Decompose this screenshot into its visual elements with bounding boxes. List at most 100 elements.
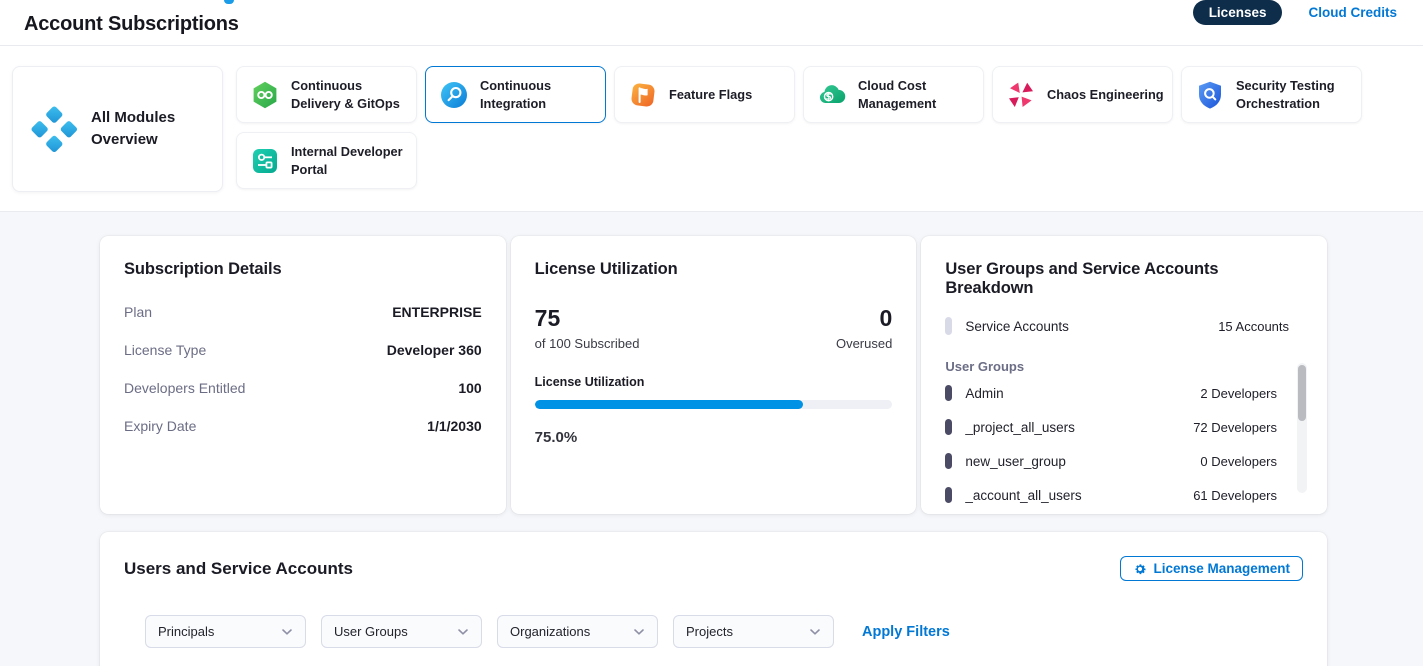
group-marker <box>945 487 952 503</box>
select-value: Projects <box>686 624 733 639</box>
group-marker <box>945 453 952 469</box>
module-tile-internal-developer-portal[interactable]: Internal Developer Portal <box>236 132 417 189</box>
overused-caption: Overused <box>836 336 892 351</box>
internal-developer-portal-icon <box>250 146 280 176</box>
groups-scrollbar-thumb[interactable] <box>1298 365 1306 421</box>
module-tiles: Continuous Delivery & GitOps Continuous … <box>236 66 1411 191</box>
row-value: 1/1/2030 <box>427 418 482 434</box>
module-tile-label: Cloud Cost Management <box>858 77 980 112</box>
overused-stat: 0 Overused <box>836 305 892 351</box>
subscription-details-rows: Plan ENTERPRISE License Type Developer 3… <box>124 304 482 434</box>
chaos-engineering-icon <box>1006 80 1036 110</box>
all-modules-icon <box>31 106 77 152</box>
row-value: 100 <box>458 380 481 396</box>
modules-band: All Modules Overview Continuous Delivery… <box>0 46 1423 212</box>
header-actions: Licenses Cloud Credits <box>1193 0 1397 26</box>
projects-filter-select[interactable]: Projects <box>673 615 834 648</box>
module-tile-cd-gitops[interactable]: Continuous Delivery & GitOps <box>236 66 417 123</box>
group-value: 61 Developers <box>1193 488 1277 503</box>
subscription-row-license-type: License Type Developer 360 <box>124 342 482 358</box>
module-tile-label: Continuous Delivery & GitOps <box>291 77 413 112</box>
page-header: Account Subscriptions Licenses Cloud Cre… <box>0 0 1423 46</box>
group-value: 0 Developers <box>1200 454 1277 469</box>
user-groups-filter-select[interactable]: User Groups <box>321 615 482 648</box>
service-accounts-label: Service Accounts <box>965 319 1069 334</box>
security-testing-icon <box>1195 80 1225 110</box>
chevron-down-icon <box>633 628 645 636</box>
module-tile-cloud-cost-management[interactable]: $ Cloud Cost Management <box>803 66 984 123</box>
organizations-filter-select[interactable]: Organizations <box>497 615 658 648</box>
group-marker <box>945 419 952 435</box>
row-label: Expiry Date <box>124 418 196 434</box>
group-name: Admin <box>965 386 1003 401</box>
licenses-button[interactable]: Licenses <box>1193 0 1283 25</box>
module-tile-continuous-integration[interactable]: Continuous Integration <box>425 66 606 123</box>
module-tile-label: Internal Developer Portal <box>291 143 413 178</box>
module-tile-chaos-engineering[interactable]: Chaos Engineering <box>992 66 1173 123</box>
apply-filters-link[interactable]: Apply Filters <box>862 624 950 640</box>
user-group-row: new_user_group 0 Developers <box>945 444 1303 478</box>
user-groups-list: Admin 2 Developers _project_all_users 72… <box>945 376 1303 512</box>
user-group-row: _account_all_users 61 Developers <box>945 478 1303 512</box>
filters-row: Principals User Groups Organizations Pro… <box>124 615 1303 648</box>
group-name: new_user_group <box>965 454 1066 469</box>
all-modules-overview-tile[interactable]: All Modules Overview <box>12 66 223 192</box>
select-value: User Groups <box>334 624 408 639</box>
user-groups-heading: User Groups <box>945 359 1303 374</box>
user-group-row: _project_all_users 72 Developers <box>945 410 1303 444</box>
cloud-credits-link[interactable]: Cloud Credits <box>1308 5 1397 20</box>
group-name: _project_all_users <box>965 420 1075 435</box>
module-tile-feature-flags[interactable]: Feature Flags <box>614 66 795 123</box>
group-value: 2 Developers <box>1200 386 1277 401</box>
feature-flags-icon <box>628 80 658 110</box>
utilization-progress-fill <box>535 400 803 409</box>
row-value: Developer 360 <box>387 342 482 358</box>
breakdown-title: User Groups and Service Accounts Breakdo… <box>945 260 1303 298</box>
module-tile-label: Chaos Engineering <box>1047 86 1169 103</box>
license-stats: 75 of 100 Subscribed 0 Overused <box>535 305 893 351</box>
service-accounts-row: Service Accounts 15 Accounts <box>945 317 1303 335</box>
module-tile-label: Continuous Integration <box>480 77 602 112</box>
users-service-accounts-card: Users and Service Accounts License Manag… <box>100 532 1327 666</box>
service-accounts-marker <box>945 317 952 335</box>
page-title: Account Subscriptions <box>24 13 239 36</box>
utilization-percent: 75.0% <box>535 429 893 446</box>
service-accounts-value: 15 Accounts <box>1218 319 1289 334</box>
breakdown-card: User Groups and Service Accounts Breakdo… <box>921 236 1327 514</box>
license-management-button[interactable]: License Management <box>1120 556 1303 581</box>
clipped-nav-icon <box>224 0 234 4</box>
main-content: Subscription Details Plan ENTERPRISE Lic… <box>0 212 1423 666</box>
row-value: ENTERPRISE <box>392 304 481 320</box>
group-marker <box>945 385 952 401</box>
cd-gitops-icon <box>250 80 280 110</box>
module-tile-label: Feature Flags <box>669 86 791 103</box>
row-label: License Type <box>124 342 206 358</box>
gear-icon <box>1133 562 1147 576</box>
users-section-header: Users and Service Accounts License Manag… <box>124 556 1303 581</box>
subscription-details-title: Subscription Details <box>124 260 482 279</box>
users-section-title: Users and Service Accounts <box>124 559 353 579</box>
svg-text:$: $ <box>826 92 832 102</box>
subscription-row-expiry-date: Expiry Date 1/1/2030 <box>124 418 482 434</box>
row-label: Developers Entitled <box>124 380 245 396</box>
subscription-details-card: Subscription Details Plan ENTERPRISE Lic… <box>100 236 506 514</box>
principals-filter-select[interactable]: Principals <box>145 615 306 648</box>
chevron-down-icon <box>457 628 469 636</box>
continuous-integration-icon <box>439 80 469 110</box>
license-utilization-card: License Utilization 75 of 100 Subscribed… <box>511 236 917 514</box>
overused-count: 0 <box>836 305 892 332</box>
license-management-label: License Management <box>1153 561 1290 576</box>
license-utilization-title: License Utilization <box>535 260 893 279</box>
user-group-row: Admin 2 Developers <box>945 376 1303 410</box>
subscription-row-developers-entitled: Developers Entitled 100 <box>124 380 482 396</box>
row-label: Plan <box>124 304 152 320</box>
all-modules-overview-label: All Modules Overview <box>91 107 204 151</box>
subscription-row-plan: Plan ENTERPRISE <box>124 304 482 320</box>
used-caption: of 100 Subscribed <box>535 336 640 351</box>
cloud-cost-icon: $ <box>817 80 847 110</box>
module-tile-security-testing-orchestration[interactable]: Security Testing Orchestration <box>1181 66 1362 123</box>
chevron-down-icon <box>809 628 821 636</box>
group-name: _account_all_users <box>965 488 1081 503</box>
groups-scrollbar[interactable] <box>1297 363 1307 493</box>
chevron-down-icon <box>281 628 293 636</box>
